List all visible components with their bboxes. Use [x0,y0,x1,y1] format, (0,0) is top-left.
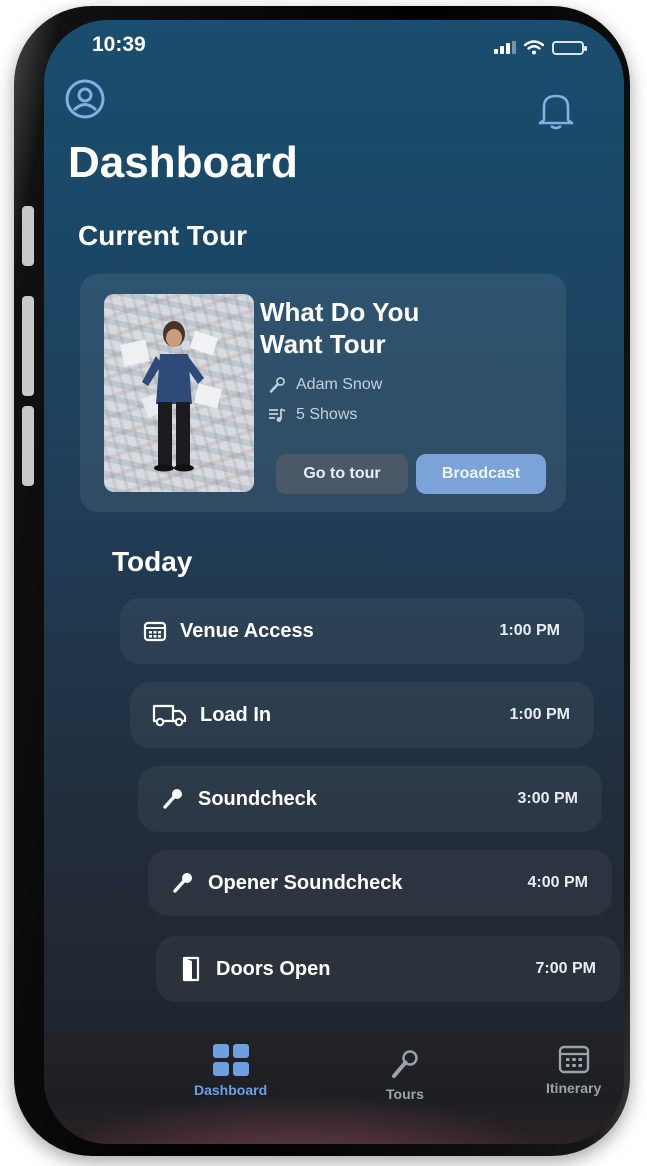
schedule-item-venue-access[interactable]: Venue Access 1:00 PM [120,598,584,664]
tab-bar: Dashboard Tours Itinerary [44,1032,624,1144]
battery-icon [552,40,587,55]
app-screen: 10:39 Dashboard Current Tour What Do You… [44,20,624,1144]
page-title: Dashboard [68,138,298,187]
schedule-item-label: Doors Open [216,957,331,980]
tab-label: Itinerary [546,1080,602,1096]
go-to-tour-button[interactable]: Go to tour [276,454,408,494]
wifi-icon [524,40,544,55]
microphone-icon [269,377,285,393]
volume-up-button [22,296,34,396]
door-icon [178,956,204,982]
schedule-item-label: Venue Access [180,619,314,642]
calendar-icon [558,1045,589,1074]
tab-tours[interactable]: Tours [386,1048,424,1102]
tour-cover-image [104,294,254,492]
schedule-item-label: Opener Soundcheck [208,871,403,894]
tour-artist: Adam Snow [296,376,383,393]
tab-itinerary[interactable]: Itinerary [546,1044,601,1096]
current-tour-heading: Current Tour [78,220,248,251]
microphone-icon [170,871,196,895]
schedule-item-label: Soundcheck [198,787,317,810]
tour-shows-row: 5 Shows [268,406,357,424]
today-heading: Today [112,546,193,577]
truck-icon [152,703,188,727]
schedule-item-doors-open[interactable]: Doors Open 7:00 PM [156,936,620,1002]
notifications-bell-icon[interactable] [538,90,574,130]
tab-dashboard[interactable]: Dashboard [194,1044,267,1098]
schedule-item-time: 4:00 PM [527,874,588,891]
schedule-item-time: 1:00 PM [499,622,560,639]
schedule-item-time: 3:00 PM [517,790,578,807]
schedule-item-label: Load In [200,703,272,726]
schedule-item-time: 1:00 PM [509,706,570,723]
tab-label: Dashboard [194,1082,268,1098]
grid-icon [212,1044,249,1076]
tour-name: What Do You Want Tour [260,297,420,359]
calendar-icon [142,620,168,642]
artist-figure-illustration [119,321,223,472]
status-time: 10:39 [92,33,146,56]
tab-label: Tours [386,1086,424,1102]
profile-avatar-icon[interactable] [64,78,106,120]
microphone-icon [160,787,186,811]
phone-frame: 10:39 Dashboard Current Tour What Do You… [14,6,630,1156]
current-tour-card[interactable]: What Do You Want Tour Adam Snow 5 Shows … [80,274,566,512]
schedule-item-opener-soundcheck[interactable]: Opener Soundcheck 4:00 PM [148,850,612,916]
music-list-icon [269,408,286,422]
mute-switch [22,206,34,266]
schedule-item-soundcheck[interactable]: Soundcheck 3:00 PM [138,766,602,832]
schedule-item-time: 7:00 PM [535,960,596,977]
tour-artist-row: Adam Snow [268,376,382,394]
volume-down-button [22,406,34,486]
schedule-item-load-in[interactable]: Load In 1:00 PM [130,682,594,748]
broadcast-button[interactable]: Broadcast [416,454,546,494]
microphone-icon [391,1050,418,1078]
status-icons [494,40,587,55]
signal-icon [494,41,516,54]
tour-shows-count: 5 Shows [296,406,358,423]
